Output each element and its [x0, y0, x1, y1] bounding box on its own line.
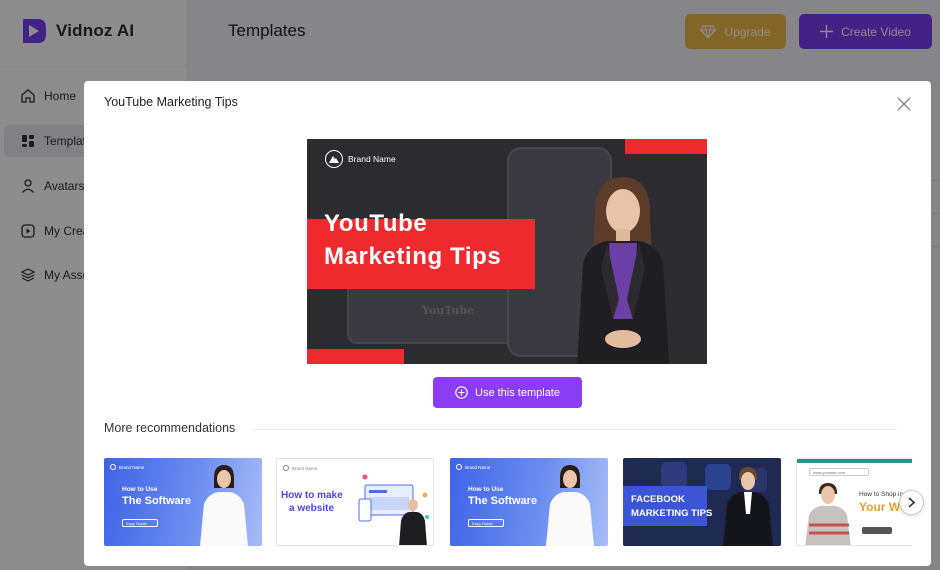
card-title: The Software — [468, 495, 538, 507]
recommendations-carousel: Brand Name How to Use The Software Easy … — [104, 458, 912, 546]
card-cta-tag — [862, 527, 892, 534]
card-title: FACEBOOK MARKETING TIPS — [631, 494, 713, 519]
recommendation-card[interactable]: www.yoursite.com How to Shop in Your Wo — [796, 458, 912, 546]
carousel-next-button[interactable] — [899, 490, 924, 515]
card-guide-tag: Easy Guide — [122, 519, 158, 527]
card-brand: Brand Name — [283, 465, 317, 471]
recommendations-divider — [252, 429, 897, 430]
card-brand: Brand Name — [456, 464, 490, 470]
chevron-right-icon — [908, 497, 916, 508]
brand-name: Brand Name — [348, 154, 396, 164]
card-subtitle: How to Shop in — [859, 491, 904, 498]
avatar-presenter-image — [577, 177, 669, 364]
card-title: How to make a website — [281, 490, 343, 514]
template-preview-video[interactable]: YouTube Brand Name YouTube Marketing Tip… — [307, 139, 707, 364]
use-template-button[interactable]: Use this template — [433, 377, 582, 408]
avatar-presenter-image — [723, 467, 773, 546]
red-accent-top — [625, 139, 707, 154]
card-subtitle: How to Use — [468, 486, 504, 493]
template-preview-modal: YouTube Marketing Tips YouTube Brand Nam… — [84, 81, 931, 566]
avatar-presenter-image — [200, 465, 248, 546]
modal-title: YouTube Marketing Tips — [104, 95, 238, 109]
recommendation-card[interactable]: FACEBOOK MARKETING TIPS — [623, 458, 781, 546]
card-guide-tag: Easy Guide — [468, 519, 504, 527]
recommendation-card[interactable]: Brand Name How to Use The Software Easy … — [104, 458, 262, 546]
card-url-bar: www.yoursite.com — [809, 468, 869, 476]
preview-headline: YouTube Marketing Tips — [324, 207, 501, 273]
use-template-label: Use this template — [475, 386, 560, 399]
close-icon[interactable] — [897, 97, 911, 111]
brand-mark: Brand Name — [325, 150, 396, 168]
recommendation-card[interactable]: Brand Name How to make a website — [276, 458, 434, 546]
card-brand: Brand Name — [110, 464, 144, 470]
card-title: The Software — [122, 495, 192, 507]
website-illustration — [358, 474, 429, 545]
avatar-presenter-image — [805, 483, 851, 545]
recommendations-heading: More recommendations — [104, 421, 236, 435]
card-subtitle: How to Use — [122, 486, 158, 493]
headline-line-2: Marketing Tips — [324, 243, 502, 270]
recommendation-card[interactable]: Brand Name How to Use The Software Easy … — [450, 458, 608, 546]
add-circle-icon — [455, 386, 468, 399]
headline-line-1: YouTube — [324, 210, 428, 237]
red-accent-bottom — [307, 349, 404, 364]
brand-logo-icon — [325, 150, 343, 168]
avatar-presenter-image — [546, 465, 594, 546]
youtube-background-logo: YouTube — [422, 304, 475, 317]
